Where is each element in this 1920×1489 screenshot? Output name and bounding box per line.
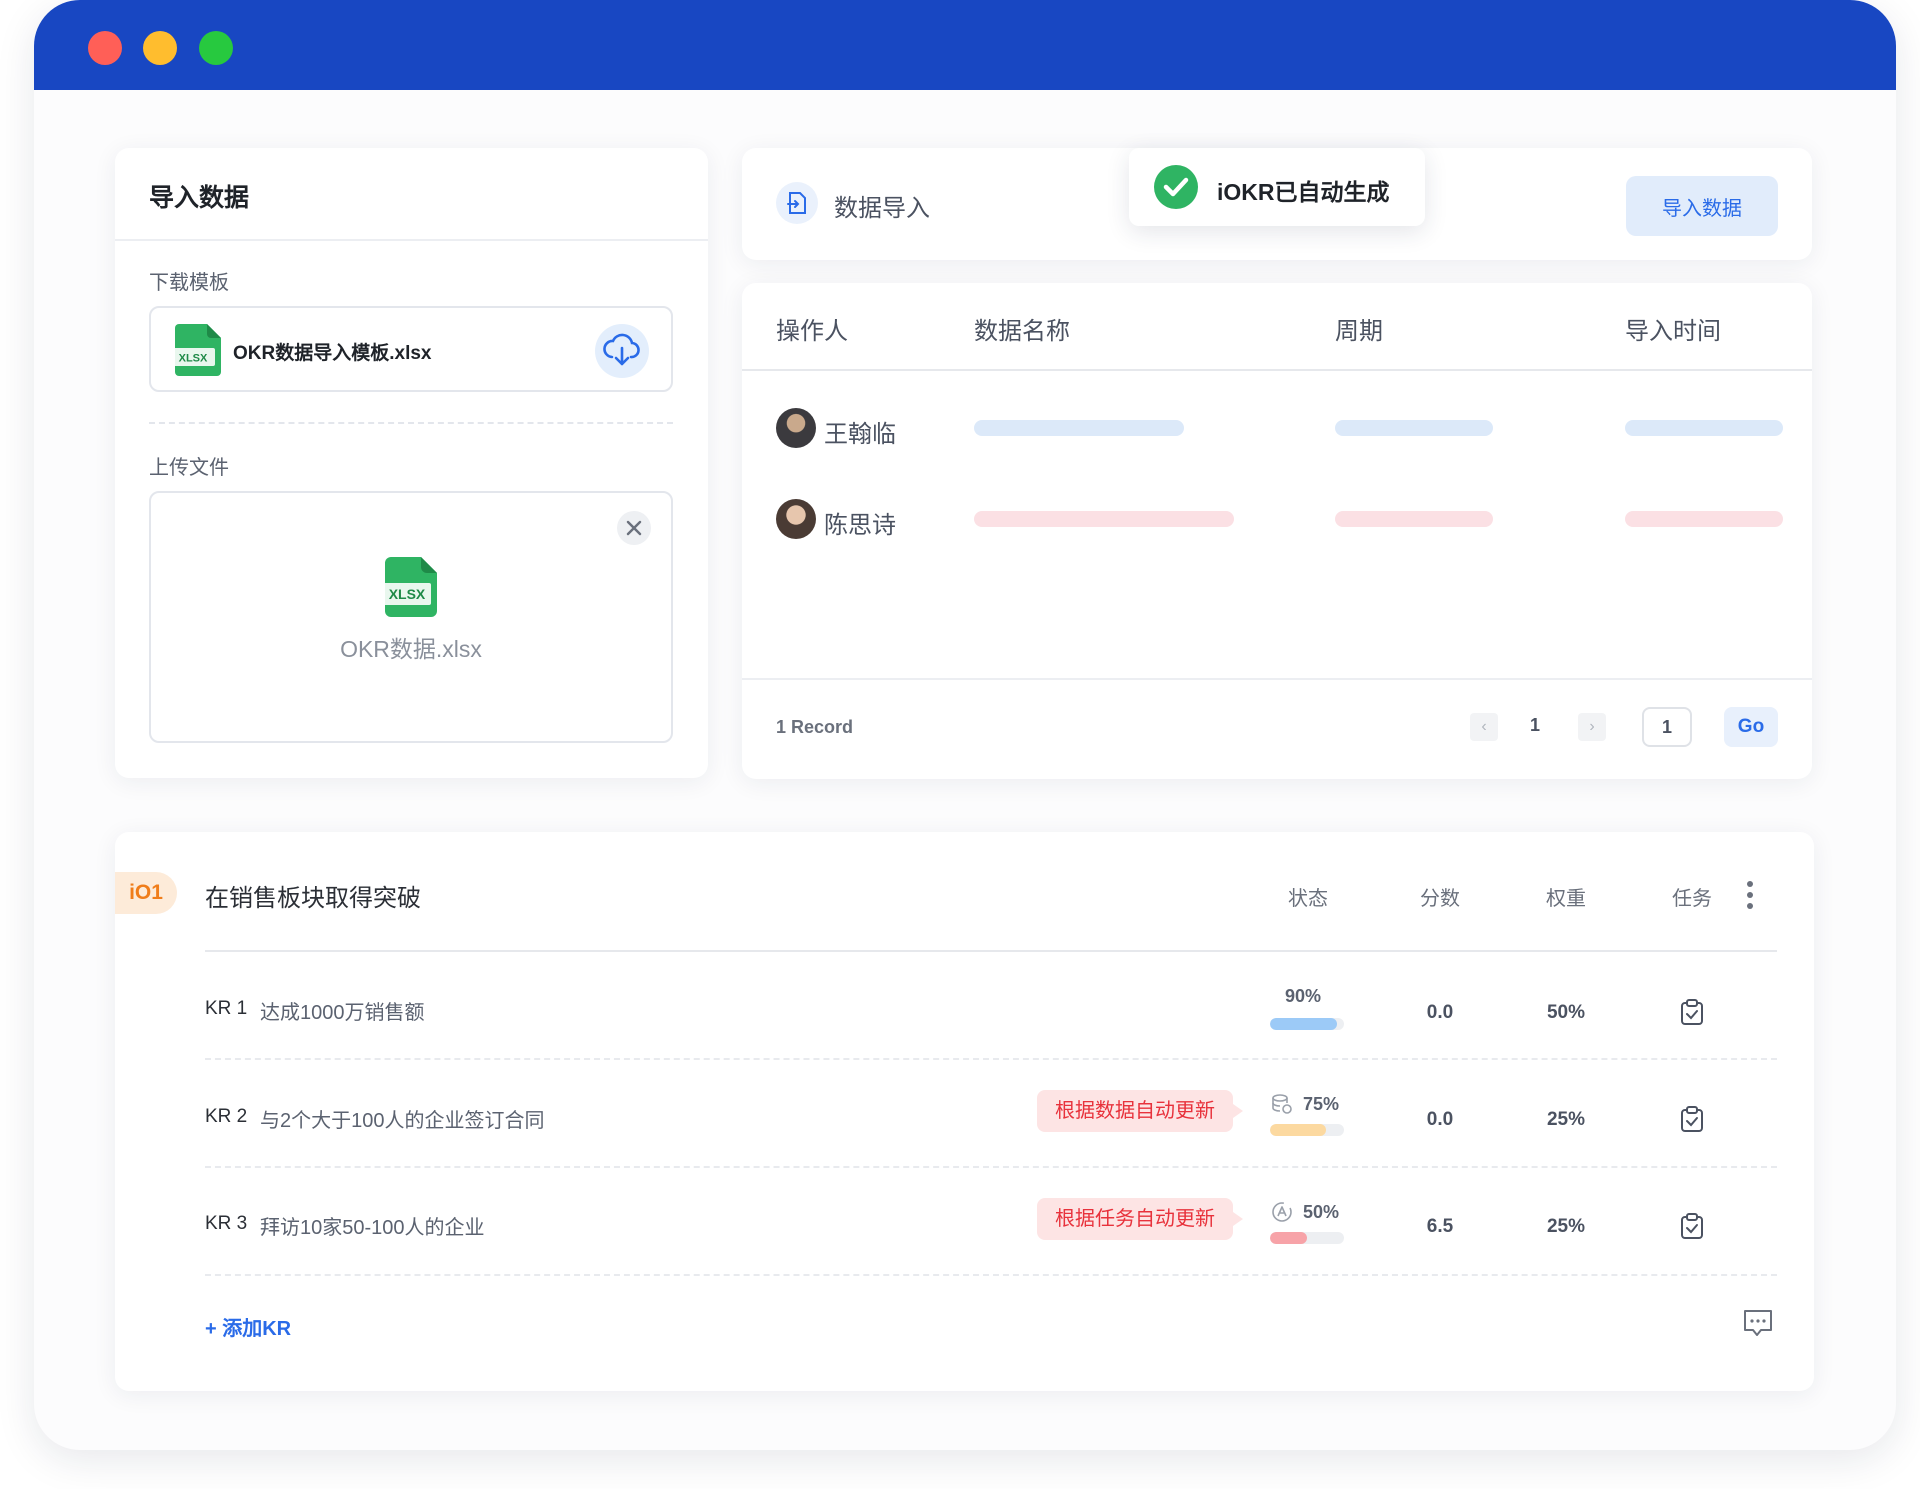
- kr-weight: 50%: [1546, 1002, 1586, 1023]
- current-page[interactable]: 1: [1530, 715, 1540, 736]
- objective-title[interactable]: 在销售板块取得突破: [205, 878, 421, 913]
- auto-update-tag: 根据任务自动更新: [1037, 1198, 1243, 1240]
- title-bar: [34, 0, 1896, 90]
- kr-weight: 25%: [1546, 1109, 1586, 1130]
- operator-name: 陈思诗: [824, 512, 896, 539]
- kr-code: KR 1: [205, 998, 248, 1019]
- column-header-operator: 操作人: [776, 318, 848, 345]
- upload-dropzone[interactable]: XLSX OKR数据.xlsx: [149, 491, 673, 743]
- placeholder-bar: [1335, 511, 1493, 527]
- column-header-data-name: 数据名称: [974, 318, 1070, 345]
- import-data-button[interactable]: 导入数据: [1626, 176, 1778, 236]
- toast-message: iOKR已自动生成: [1217, 179, 1390, 205]
- header-divider: [205, 950, 1777, 952]
- placeholder-bar: [1335, 420, 1493, 436]
- uploaded-file-name: OKR数据.xlsx: [340, 636, 482, 662]
- prev-page-button[interactable]: ‹: [1470, 713, 1498, 741]
- progress-fill: [1270, 1018, 1337, 1030]
- placeholder-bar: [1625, 511, 1783, 527]
- panel-title: 导入数据: [149, 184, 250, 212]
- xlsx-file-icon: XLSX: [175, 324, 221, 376]
- header-divider: [742, 369, 1812, 371]
- dashed-divider: [149, 422, 673, 424]
- kr-text: 与2个大于100人的企业签订合同: [260, 1110, 545, 1132]
- svg-text:XLSX: XLSX: [179, 353, 208, 365]
- column-header-task: 任务: [1672, 888, 1712, 910]
- data-import-title: 数据导入: [834, 195, 930, 222]
- close-icon: [626, 520, 642, 536]
- go-button[interactable]: Go: [1724, 707, 1778, 747]
- import-data-panel: 导入数据 下载模板 XLSX OKR数据导入模板.xlsx 上传文件 XLSX …: [115, 148, 708, 778]
- comment-icon[interactable]: [1742, 1308, 1774, 1338]
- cloud-download-icon: [603, 333, 640, 366]
- row-divider: [205, 1274, 1777, 1276]
- task-clipboard-icon[interactable]: [1679, 1212, 1705, 1240]
- close-window-button[interactable]: [88, 31, 122, 65]
- column-header-import-time: 导入时间: [1625, 318, 1721, 345]
- page-jump-input[interactable]: 1: [1642, 707, 1692, 747]
- more-vertical-icon[interactable]: [1745, 880, 1755, 910]
- svg-text:XLSX: XLSX: [389, 586, 426, 602]
- kr-score: 6.5: [1426, 1216, 1454, 1237]
- row-divider: [205, 1058, 1777, 1060]
- objective-tag: iO1: [115, 872, 177, 914]
- column-header-status: 状态: [1288, 888, 1328, 910]
- column-header-weight: 权重: [1546, 888, 1586, 910]
- download-button[interactable]: [595, 324, 649, 378]
- avatar: [776, 408, 816, 448]
- next-page-button[interactable]: ›: [1578, 713, 1606, 741]
- footer-divider: [742, 678, 1812, 680]
- kr-text: 达成1000万销售额: [260, 1002, 425, 1024]
- okr-objective-card: iO1 在销售板块取得突破 状态 分数 权重 任务 KR 1 达成1000万销售…: [115, 832, 1814, 1391]
- placeholder-bar: [1625, 420, 1783, 436]
- import-file-icon: [776, 182, 818, 224]
- template-file-name: OKR数据导入模板.xlsx: [233, 343, 432, 364]
- kr-progress-bar: [1270, 1232, 1344, 1244]
- task-clipboard-icon[interactable]: [1679, 1105, 1705, 1133]
- kr-progress-bar: [1270, 1124, 1344, 1136]
- app-window: 导入数据 下载模板 XLSX OKR数据导入模板.xlsx 上传文件 XLSX …: [34, 0, 1896, 1450]
- maximize-window-button[interactable]: [199, 31, 233, 65]
- kr-progress-label: 50%: [1303, 1202, 1340, 1222]
- upload-file-label: 上传文件: [149, 457, 229, 479]
- kr-code: KR 3: [205, 1213, 248, 1234]
- check-circle-icon: [1154, 165, 1198, 209]
- kr-score: 0.0: [1426, 1109, 1454, 1130]
- column-header-score: 分数: [1420, 888, 1460, 910]
- row-divider: [205, 1166, 1777, 1168]
- add-kr-button[interactable]: + 添加KR: [205, 1312, 291, 1341]
- kr-score: 0.0: [1426, 1002, 1454, 1023]
- kr-weight: 25%: [1546, 1216, 1586, 1237]
- download-template-label: 下载模板: [149, 272, 229, 294]
- template-file-row[interactable]: XLSX OKR数据导入模板.xlsx: [149, 306, 673, 392]
- divider: [115, 239, 708, 241]
- placeholder-bar: [974, 420, 1184, 436]
- minimize-window-button[interactable]: [143, 31, 177, 65]
- avatar: [776, 499, 816, 539]
- xlsx-file-icon: XLSX: [385, 557, 437, 617]
- database-icon: [1272, 1094, 1292, 1114]
- kr-progress-bar: [1270, 1018, 1344, 1030]
- record-count: 1 Record: [776, 717, 854, 737]
- task-clipboard-icon[interactable]: [1679, 998, 1705, 1026]
- operator-name: 王翰临: [824, 421, 896, 448]
- kr-text: 拜访10家50-100人的企业: [260, 1217, 485, 1239]
- progress-fill: [1270, 1232, 1307, 1244]
- placeholder-bar: [974, 511, 1234, 527]
- auto-update-tag: 根据数据自动更新: [1037, 1090, 1243, 1132]
- remove-file-button[interactable]: [617, 511, 651, 545]
- kr-code: KR 2: [205, 1106, 248, 1127]
- progress-fill: [1270, 1124, 1326, 1136]
- kr-progress-label: 75%: [1303, 1094, 1340, 1114]
- auto-task-icon: [1272, 1202, 1292, 1222]
- success-toast: iOKR已自动生成: [1129, 148, 1425, 226]
- import-records-table: 操作人 数据名称 周期 导入时间 王翰临 陈思诗 1 Record ‹ 1 › …: [742, 283, 1812, 779]
- column-header-period: 周期: [1335, 318, 1383, 345]
- kr-progress-label: 90%: [1285, 986, 1322, 1006]
